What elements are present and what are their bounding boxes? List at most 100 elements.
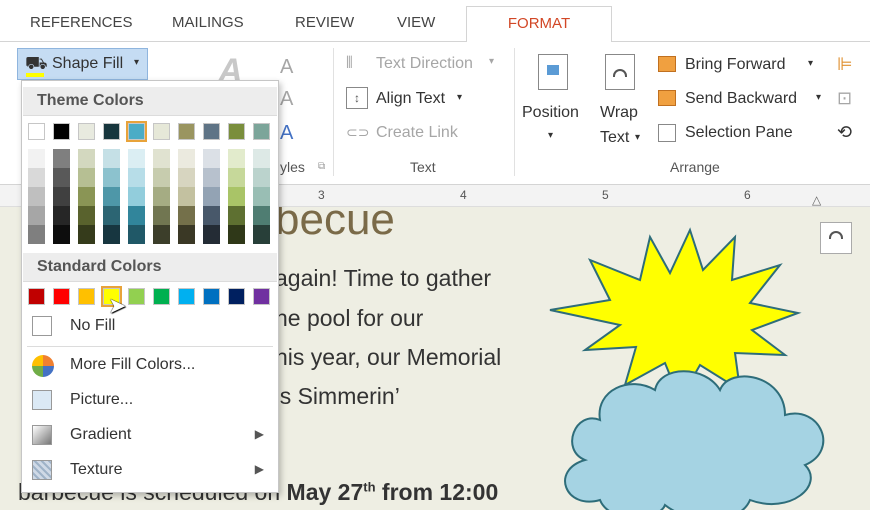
theme-shade-swatch[interactable] [128, 187, 145, 206]
create-link-button[interactable]: Create Link [376, 124, 458, 142]
text-direction-button[interactable]: Text Direction [376, 55, 473, 73]
text-outline-icon[interactable]: A [280, 88, 293, 111]
theme-shade-swatch[interactable] [153, 149, 170, 168]
more-fill-colors-item[interactable]: More Fill Colors... [22, 348, 278, 383]
standard-color-swatch[interactable] [253, 288, 270, 305]
text-fill-icon[interactable]: A [280, 56, 293, 79]
theme-shade-swatch[interactable] [153, 225, 170, 244]
theme-shade-swatch[interactable] [103, 149, 120, 168]
theme-color-swatch[interactable] [28, 123, 45, 140]
theme-color-swatch[interactable] [53, 123, 70, 140]
theme-shade-swatch[interactable] [53, 187, 70, 206]
theme-shade-swatch[interactable] [78, 187, 95, 206]
theme-shade-swatch[interactable] [78, 225, 95, 244]
theme-shade-swatch[interactable] [28, 225, 45, 244]
theme-color-swatch[interactable] [153, 123, 170, 140]
position-button[interactable]: Position ▾ [522, 52, 586, 162]
theme-shade-swatch[interactable] [153, 168, 170, 187]
theme-shade-swatch[interactable] [203, 149, 220, 168]
picture-item[interactable]: Picture... [22, 383, 278, 418]
tab-review[interactable]: REVIEW [295, 14, 354, 31]
theme-shade-swatch[interactable] [228, 187, 245, 206]
standard-color-swatch[interactable] [203, 288, 220, 305]
theme-color-swatch[interactable] [178, 123, 195, 140]
standard-color-swatch[interactable] [228, 288, 245, 305]
theme-color-swatch[interactable] [253, 123, 270, 140]
tab-mailings[interactable]: MAILINGS [172, 14, 244, 31]
theme-shade-swatch[interactable] [253, 225, 270, 244]
theme-shade-swatch[interactable] [228, 149, 245, 168]
theme-shade-swatch[interactable] [78, 149, 95, 168]
text-effects-icon[interactable]: A [280, 122, 293, 145]
theme-shade-swatch[interactable] [203, 206, 220, 225]
theme-shade-swatch[interactable] [228, 225, 245, 244]
dialog-launcher-icon[interactable]: ⧉ [318, 161, 325, 172]
theme-color-swatch[interactable] [228, 123, 245, 140]
theme-shade-swatch[interactable] [28, 206, 45, 225]
theme-shade-swatch[interactable] [253, 187, 270, 206]
gradient-item[interactable]: Gradient ▶ [22, 418, 278, 453]
standard-color-swatch[interactable] [78, 288, 95, 305]
wrap-text-button[interactable]: Wrap Text ▾ [597, 52, 647, 162]
standard-color-swatch[interactable] [28, 288, 45, 305]
theme-shade-swatch[interactable] [78, 168, 95, 187]
align-text-button[interactable]: Align Text [376, 90, 445, 108]
theme-shade-swatch[interactable] [153, 206, 170, 225]
bring-forward-button[interactable]: Bring Forward [685, 56, 785, 74]
theme-shade-swatch[interactable] [128, 225, 145, 244]
tab-references[interactable]: REFERENCES [30, 14, 133, 31]
theme-shade-swatch[interactable] [203, 225, 220, 244]
theme-color-swatch[interactable] [203, 123, 220, 140]
theme-color-swatch[interactable] [103, 123, 120, 140]
align-icon[interactable]: ⊫ [837, 54, 853, 75]
send-backward-button[interactable]: Send Backward [685, 90, 797, 108]
theme-color-swatch[interactable] [78, 123, 95, 140]
theme-shade-swatch[interactable] [128, 206, 145, 225]
theme-shade-swatch[interactable] [253, 149, 270, 168]
cloud-shape[interactable] [564, 370, 825, 510]
theme-shade-swatch[interactable] [178, 168, 195, 187]
standard-color-swatch[interactable] [153, 288, 170, 305]
theme-shade-swatch[interactable] [178, 149, 195, 168]
standard-color-swatch[interactable] [128, 288, 145, 305]
theme-shade-swatch[interactable] [253, 168, 270, 187]
theme-shade-swatch[interactable] [103, 187, 120, 206]
theme-shade-swatch[interactable] [203, 168, 220, 187]
standard-color-swatch[interactable] [178, 288, 195, 305]
group-icon[interactable]: ⊡ [837, 88, 852, 109]
theme-shade-swatch[interactable] [203, 187, 220, 206]
theme-shade-swatch[interactable] [28, 149, 45, 168]
theme-shade-swatch[interactable] [128, 149, 145, 168]
tab-format[interactable]: FORMAT [466, 6, 612, 43]
theme-color-swatch[interactable] [126, 121, 147, 142]
theme-shade-swatch[interactable] [228, 168, 245, 187]
standard-color-swatch[interactable] [53, 288, 70, 305]
texture-item[interactable]: Texture ▶ [22, 453, 278, 488]
theme-shade-swatch[interactable] [178, 206, 195, 225]
right-indent-marker[interactable]: △ [812, 193, 821, 207]
theme-shade-swatch[interactable] [78, 206, 95, 225]
theme-shade-swatch[interactable] [228, 206, 245, 225]
theme-shade-swatch[interactable] [103, 206, 120, 225]
theme-shade-swatch[interactable] [53, 168, 70, 187]
theme-shade-swatch[interactable] [178, 187, 195, 206]
rotate-icon[interactable]: ⟲ [837, 122, 852, 143]
layout-options-button[interactable] [820, 222, 852, 254]
theme-shade-swatch[interactable] [103, 168, 120, 187]
theme-shade-swatch[interactable] [103, 225, 120, 244]
selection-pane-button[interactable]: Selection Pane [685, 124, 793, 142]
theme-shade-swatch[interactable] [253, 206, 270, 225]
theme-shade-swatch[interactable] [53, 225, 70, 244]
theme-shade-swatch[interactable] [178, 225, 195, 244]
no-fill-item[interactable]: No Fill [22, 309, 278, 344]
theme-shade-swatch[interactable] [28, 187, 45, 206]
shape-fill-button[interactable]: ⛟ Shape Fill ▾ [17, 48, 148, 80]
theme-shade-swatch[interactable] [53, 149, 70, 168]
theme-shade-swatch[interactable] [128, 168, 145, 187]
theme-shade-swatch[interactable] [153, 187, 170, 206]
theme-shade-swatch[interactable] [53, 206, 70, 225]
tab-view[interactable]: VIEW [397, 14, 435, 31]
theme-shade-swatch[interactable] [28, 168, 45, 187]
chevron-down-icon[interactable]: ▾ [808, 58, 813, 69]
chevron-down-icon[interactable]: ▾ [816, 92, 821, 103]
